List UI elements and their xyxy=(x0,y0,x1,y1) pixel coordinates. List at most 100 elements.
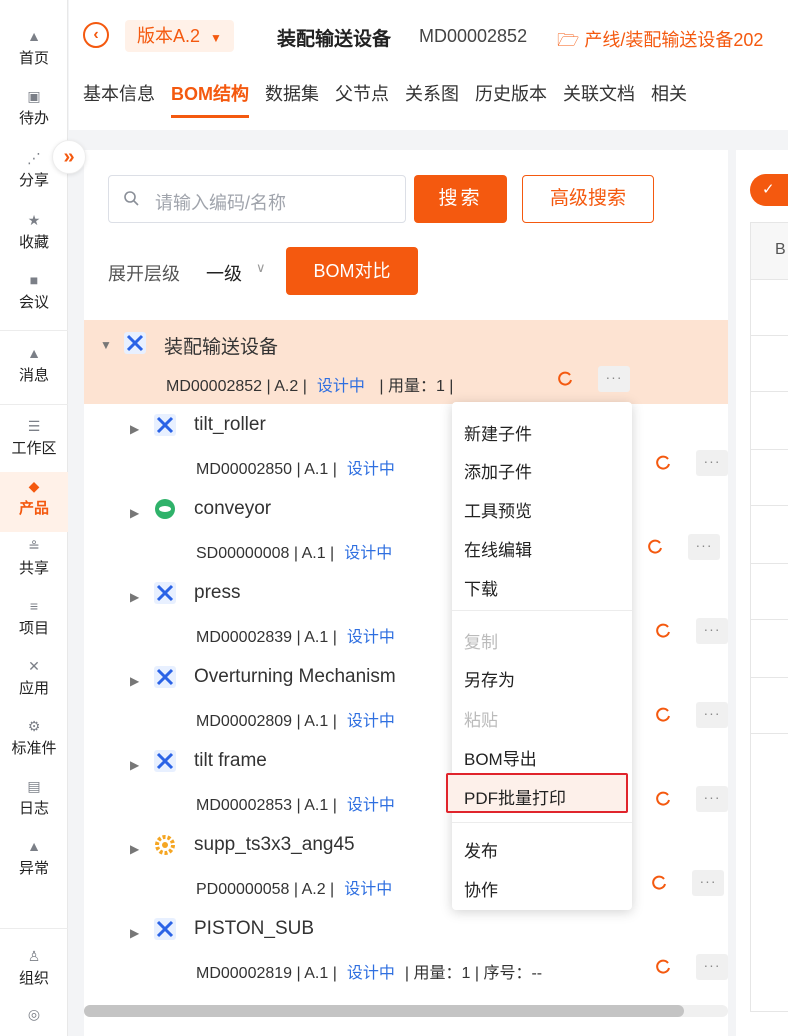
app-icon: ✕ xyxy=(28,658,40,674)
scrollbar-thumb[interactable] xyxy=(84,1005,684,1017)
folder-icon: 🗁 xyxy=(557,30,580,50)
node-name: conveyor xyxy=(194,498,272,519)
more-actions-button[interactable]: ··· xyxy=(598,366,630,392)
collapse-arrow-icon[interactable]: ▼ xyxy=(100,338,112,352)
rail-item-workspace[interactable]: ☰ 工作区 xyxy=(0,418,68,458)
rail-item-log[interactable]: ▤ 日志 xyxy=(0,778,68,818)
check-toggle[interactable]: ✓ xyxy=(750,174,788,206)
detail-panel: ✓ B xyxy=(736,150,788,1036)
node-name: press xyxy=(194,582,241,603)
workspace-icon: ☰ xyxy=(27,418,41,434)
rail-item-org[interactable]: ♙ 组织 xyxy=(0,948,68,988)
menu-item-paste[interactable]: 粘贴 xyxy=(464,706,498,731)
tab-bar: 基本信息 BOM结构 数据集 父节点 关系图 历史版本 关联文档 相关 xyxy=(83,80,703,118)
tab-basic-info[interactable]: 基本信息 xyxy=(83,80,155,118)
search-input[interactable]: 请输入编码/名称 xyxy=(108,175,406,223)
menu-item-publish[interactable]: 发布 xyxy=(464,837,498,862)
settings-icon: ◎ xyxy=(27,1006,41,1022)
node-meta: MD00002852 | A.2 | 设计中 | 用量：1 | xyxy=(166,378,454,395)
expand-arrow-icon[interactable]: ▶ xyxy=(130,422,139,436)
page-title: 装配输送设备 xyxy=(277,29,392,50)
tab-datasets[interactable]: 数据集 xyxy=(265,80,319,118)
rail-item-home[interactable]: ▲ 首页 xyxy=(0,28,68,68)
refresh-icon[interactable] xyxy=(654,454,672,472)
more-actions-button[interactable]: ··· xyxy=(696,786,728,812)
more-actions-button[interactable]: ··· xyxy=(688,534,720,560)
menu-item-pdf-batch-print[interactable]: PDF批量打印 xyxy=(464,784,566,809)
rail-item-exceptions[interactable]: ▲ 异常 xyxy=(0,838,68,878)
chevron-down-icon[interactable]: ∨ xyxy=(256,260,266,276)
assembly-icon xyxy=(154,582,176,604)
node-name: tilt frame xyxy=(194,750,267,771)
menu-item-bom-export[interactable]: BOM导出 xyxy=(464,745,537,770)
expand-level-label: 展开层级 xyxy=(108,264,180,284)
home-icon: ▲ xyxy=(27,28,41,44)
menu-item-add-child[interactable]: 添加子件 xyxy=(464,458,532,483)
assembly-icon xyxy=(154,750,176,772)
assembly-icon xyxy=(154,414,176,436)
menu-item-copy[interactable]: 复制 xyxy=(464,628,498,653)
menu-item-collaborate[interactable]: 协作 xyxy=(464,876,498,901)
database-icon: ≡ xyxy=(29,598,39,614)
more-actions-button[interactable]: ··· xyxy=(696,618,728,644)
more-actions-button[interactable]: ··· xyxy=(696,450,728,476)
tree-root-row[interactable]: ▼ 装配输送设备 MD00002852 | A.2 | 设计中 | 用量：1 | … xyxy=(84,320,728,404)
detail-table: B xyxy=(750,222,788,1012)
part-icon xyxy=(155,499,175,519)
assembly-icon xyxy=(154,918,176,940)
tab-parent-nodes[interactable]: 父节点 xyxy=(335,80,389,118)
tab-bom-structure[interactable]: BOM结构 xyxy=(171,80,249,118)
expand-arrow-icon[interactable]: ▶ xyxy=(130,590,139,604)
advanced-search-button[interactable]: 高级搜索 xyxy=(522,175,654,223)
star-icon: ★ xyxy=(27,212,41,228)
expand-arrow-icon[interactable]: ▶ xyxy=(130,842,139,856)
horizontal-scrollbar[interactable] xyxy=(84,1005,728,1017)
menu-item-download[interactable]: 下载 xyxy=(464,575,498,600)
more-actions-button[interactable]: ··· xyxy=(692,870,724,896)
expand-arrow-icon[interactable]: ▶ xyxy=(130,926,139,940)
rail-item-messages[interactable]: ▲ 消息 xyxy=(0,345,68,385)
node-name: 装配输送设备 xyxy=(164,337,279,358)
expand-sidebar-button[interactable]: » xyxy=(52,140,86,174)
tab-relation-graph[interactable]: 关系图 xyxy=(405,80,459,118)
expand-arrow-icon[interactable]: ▶ xyxy=(130,674,139,688)
product-path[interactable]: 🗁 产线/装配输送设备202 xyxy=(557,26,763,58)
refresh-icon[interactable] xyxy=(654,790,672,808)
refresh-icon[interactable] xyxy=(650,874,668,892)
tab-linked-docs[interactable]: 关联文档 xyxy=(563,80,635,118)
rail-item-shared[interactable]: ≗ 共享 xyxy=(0,538,68,578)
tree-row[interactable]: ▶ PISTON_SUB MD00002819 | A.1 | 设计中 | 用量：1… xyxy=(84,908,728,992)
standard-part-icon xyxy=(155,835,175,855)
refresh-icon[interactable] xyxy=(654,958,672,976)
menu-item-tool-preview[interactable]: 工具预览 xyxy=(464,497,532,522)
more-actions-button[interactable]: ··· xyxy=(696,954,728,980)
rail-item-standard-parts[interactable]: ⚙ 标准件 xyxy=(0,718,68,758)
refresh-icon[interactable] xyxy=(646,538,664,556)
menu-item-online-edit[interactable]: 在线编辑 xyxy=(464,536,532,561)
node-meta: MD00002809 | A.1 | 设计中 xyxy=(196,713,395,730)
rail-item-product[interactable]: ◆ 产品 xyxy=(0,472,68,532)
rail-item-settings[interactable]: ◎ xyxy=(0,1006,68,1025)
refresh-icon[interactable] xyxy=(654,706,672,724)
refresh-icon[interactable] xyxy=(654,622,672,640)
menu-item-new-child[interactable]: 新建子件 xyxy=(464,420,532,445)
tab-related[interactable]: 相关 xyxy=(651,80,687,118)
log-icon: ▤ xyxy=(27,778,41,794)
expand-arrow-icon[interactable]: ▶ xyxy=(130,758,139,772)
rail-item-favorites[interactable]: ★ 收藏 xyxy=(0,212,68,252)
expand-arrow-icon[interactable]: ▶ xyxy=(130,506,139,520)
tab-history[interactable]: 历史版本 xyxy=(475,80,547,118)
more-actions-button[interactable]: ··· xyxy=(696,702,728,728)
back-icon[interactable]: ‹ xyxy=(83,22,109,48)
search-button[interactable]: 搜索 xyxy=(414,175,507,223)
bom-compare-button[interactable]: BOM对比 xyxy=(286,247,418,295)
expand-level-select[interactable]: 一级 xyxy=(206,260,242,286)
version-selector[interactable]: 版本A.2 ▼ xyxy=(125,20,234,52)
rail-item-todo[interactable]: ▣ 待办 xyxy=(0,88,68,128)
rail-item-apps[interactable]: ✕ 应用 xyxy=(0,658,68,698)
refresh-icon[interactable] xyxy=(556,370,574,388)
rail-item-meeting[interactable]: ■ 会议 xyxy=(0,272,68,312)
menu-item-save-as[interactable]: 另存为 xyxy=(464,666,515,691)
rail-item-project[interactable]: ≡ 项目 xyxy=(0,598,68,638)
node-meta: MD00002839 | A.1 | 设计中 xyxy=(196,629,395,646)
